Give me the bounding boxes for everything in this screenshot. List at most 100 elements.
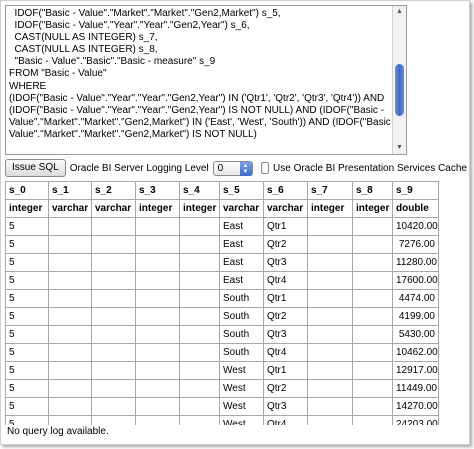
table-row[interactable]: 5 East Qtr4 17600.00 bbox=[5, 271, 439, 290]
scroll-thumb[interactable] bbox=[395, 64, 404, 116]
table-cell[interactable]: 24203.00 bbox=[392, 415, 439, 425]
table-cell[interactable] bbox=[48, 307, 92, 326]
table-cell[interactable] bbox=[307, 361, 353, 380]
table-cell[interactable] bbox=[48, 253, 92, 272]
column-header[interactable]: s_1 bbox=[48, 181, 92, 200]
table-cell[interactable] bbox=[135, 253, 180, 272]
table-cell[interactable] bbox=[135, 361, 180, 380]
table-cell[interactable] bbox=[91, 343, 136, 362]
table-cell[interactable] bbox=[91, 397, 136, 416]
table-cell[interactable]: Qtr4 bbox=[263, 415, 308, 425]
table-cell[interactable] bbox=[352, 289, 393, 308]
table-cell[interactable]: 5 bbox=[5, 379, 49, 398]
table-cell[interactable] bbox=[179, 217, 220, 236]
table-cell[interactable]: 5 bbox=[5, 325, 49, 344]
table-cell[interactable] bbox=[91, 415, 136, 425]
table-cell[interactable] bbox=[135, 307, 180, 326]
column-header[interactable]: s_9 bbox=[392, 181, 439, 200]
column-header[interactable]: s_4 bbox=[179, 181, 220, 200]
table-cell[interactable]: 5 bbox=[5, 397, 49, 416]
table-cell[interactable] bbox=[179, 253, 220, 272]
table-cell[interactable] bbox=[352, 307, 393, 326]
table-cell[interactable]: 17600.00 bbox=[392, 271, 439, 290]
table-cell[interactable] bbox=[91, 253, 136, 272]
table-cell[interactable] bbox=[352, 235, 393, 254]
table-cell[interactable] bbox=[179, 397, 220, 416]
table-cell[interactable]: 5 bbox=[5, 415, 49, 425]
table-cell[interactable] bbox=[179, 235, 220, 254]
table-cell[interactable] bbox=[352, 379, 393, 398]
table-cell[interactable]: South bbox=[219, 289, 264, 308]
table-cell[interactable]: 5 bbox=[5, 289, 49, 308]
table-row[interactable]: 5 East Qtr2 7276.00 bbox=[5, 235, 439, 254]
table-cell[interactable]: 5 bbox=[5, 343, 49, 362]
table-cell[interactable]: East bbox=[219, 271, 264, 290]
table-cell[interactable] bbox=[307, 307, 353, 326]
table-cell[interactable] bbox=[307, 253, 353, 272]
table-cell[interactable]: Qtr4 bbox=[263, 343, 308, 362]
table-cell[interactable] bbox=[307, 397, 353, 416]
table-cell[interactable] bbox=[91, 235, 136, 254]
table-cell[interactable]: Qtr1 bbox=[263, 217, 308, 236]
table-cell[interactable] bbox=[135, 217, 180, 236]
table-cell[interactable] bbox=[135, 235, 180, 254]
sql-scrollbar[interactable]: ▲ ▼ bbox=[392, 6, 406, 154]
table-cell[interactable] bbox=[307, 343, 353, 362]
table-cell[interactable] bbox=[352, 325, 393, 344]
table-cell[interactable]: Qtr2 bbox=[263, 379, 308, 398]
table-cell[interactable]: 12917.00 bbox=[392, 361, 439, 380]
table-cell[interactable]: West bbox=[219, 361, 264, 380]
table-cell[interactable]: 4474.00 bbox=[392, 289, 439, 308]
column-header[interactable]: s_5 bbox=[219, 181, 264, 200]
table-cell[interactable] bbox=[135, 271, 180, 290]
table-cell[interactable] bbox=[48, 397, 92, 416]
column-header[interactable]: s_2 bbox=[91, 181, 136, 200]
table-cell[interactable] bbox=[179, 415, 220, 425]
column-header[interactable]: s_3 bbox=[135, 181, 180, 200]
table-cell[interactable]: Qtr1 bbox=[263, 361, 308, 380]
table-cell[interactable]: 10462.00 bbox=[392, 343, 439, 362]
scroll-up-icon[interactable]: ▲ bbox=[394, 7, 405, 17]
table-cell[interactable]: Qtr3 bbox=[263, 253, 308, 272]
table-row[interactable]: 5 West Qtr1 12917.00 bbox=[5, 361, 439, 380]
table-cell[interactable]: Qtr4 bbox=[263, 271, 308, 290]
table-cell[interactable]: Qtr1 bbox=[263, 289, 308, 308]
column-header[interactable]: s_0 bbox=[5, 181, 49, 200]
table-cell[interactable]: 11280.00 bbox=[392, 253, 439, 272]
sql-text[interactable]: IDOF("Basic - Value"."Market"."Market"."… bbox=[9, 8, 393, 152]
table-cell[interactable] bbox=[48, 325, 92, 344]
table-cell[interactable] bbox=[91, 271, 136, 290]
table-row[interactable]: 5 South Qtr3 5430.00 bbox=[5, 325, 439, 344]
table-cell[interactable] bbox=[352, 343, 393, 362]
column-header[interactable]: s_6 bbox=[263, 181, 308, 200]
issue-sql-button[interactable]: Issue SQL bbox=[5, 159, 66, 177]
table-cell[interactable] bbox=[179, 289, 220, 308]
table-row[interactable]: 5 West Qtr2 11449.00 bbox=[5, 379, 439, 398]
table-cell[interactable] bbox=[135, 379, 180, 398]
logging-level-select[interactable]: 0 ▲ ▼ bbox=[212, 160, 253, 176]
table-cell[interactable]: East bbox=[219, 235, 264, 254]
table-cell[interactable] bbox=[48, 361, 92, 380]
table-cell[interactable] bbox=[179, 307, 220, 326]
table-cell[interactable] bbox=[179, 379, 220, 398]
column-header[interactable]: s_7 bbox=[307, 181, 353, 200]
table-cell[interactable] bbox=[135, 343, 180, 362]
presentation-cache-checkbox[interactable] bbox=[260, 162, 270, 174]
table-row[interactable]: 5 South Qtr2 4199.00 bbox=[5, 307, 439, 326]
table-cell[interactable] bbox=[352, 415, 393, 425]
table-cell[interactable]: 10420.00 bbox=[392, 217, 439, 236]
table-cell[interactable] bbox=[307, 271, 353, 290]
table-cell[interactable] bbox=[352, 361, 393, 380]
table-row[interactable]: 5 West Qtr4 24203.00 bbox=[5, 415, 439, 425]
table-cell[interactable] bbox=[352, 253, 393, 272]
table-row[interactable]: 5 East Qtr3 11280.00 bbox=[5, 253, 439, 272]
table-cell[interactable] bbox=[48, 379, 92, 398]
table-cell[interactable] bbox=[135, 289, 180, 308]
table-cell[interactable] bbox=[179, 361, 220, 380]
table-cell[interactable] bbox=[48, 271, 92, 290]
table-cell[interactable] bbox=[48, 235, 92, 254]
table-cell[interactable] bbox=[91, 361, 136, 380]
table-cell[interactable]: West bbox=[219, 415, 264, 425]
table-cell[interactable]: South bbox=[219, 325, 264, 344]
table-cell[interactable] bbox=[48, 343, 92, 362]
